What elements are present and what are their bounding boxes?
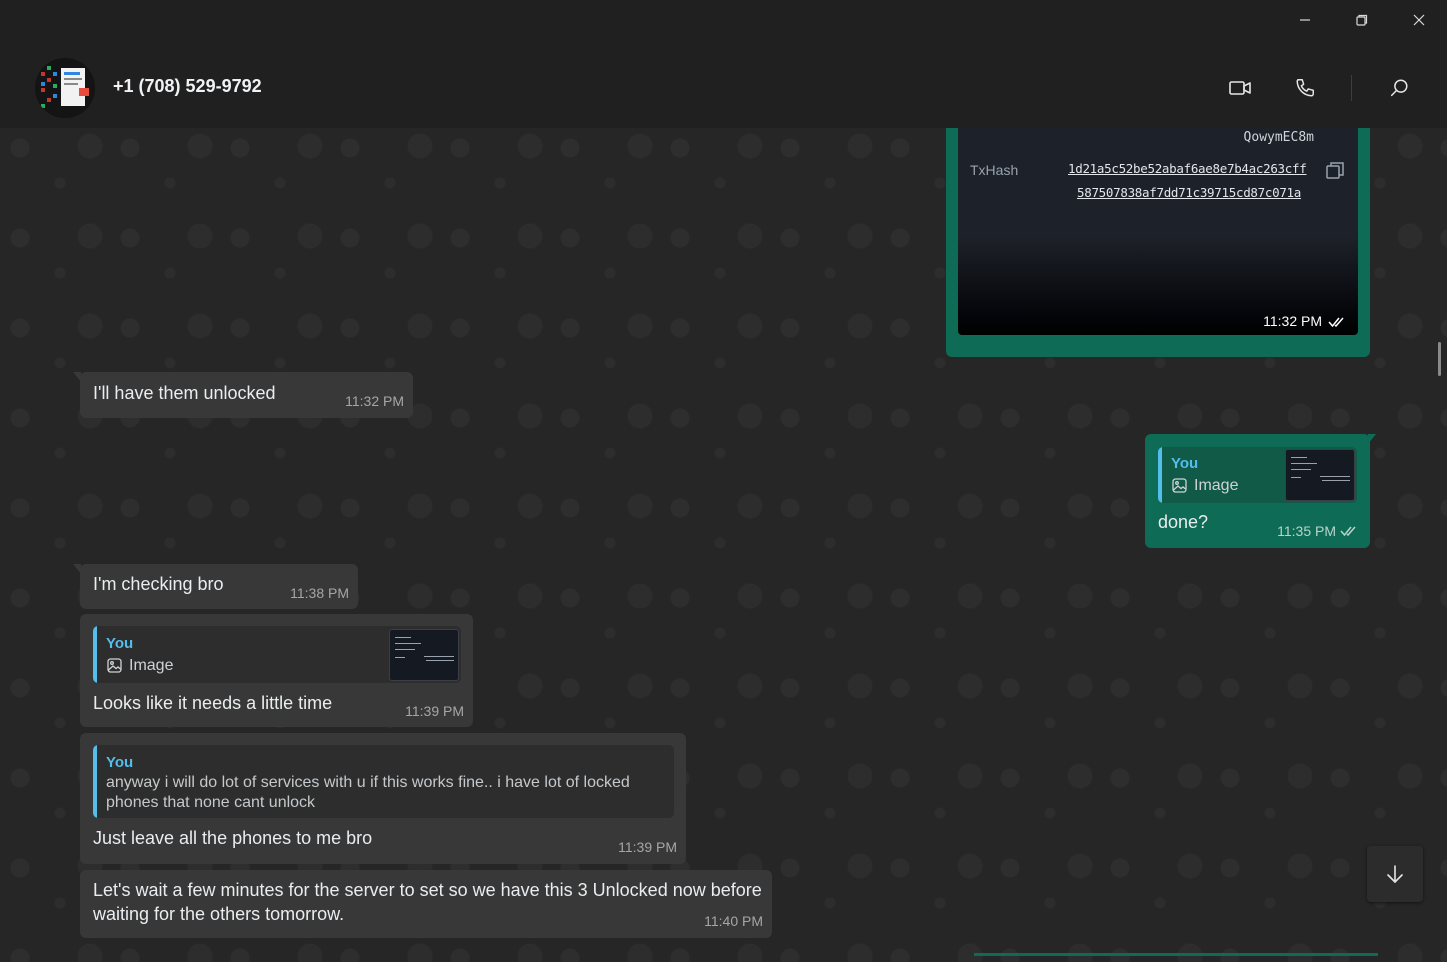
outgoing-message-edge xyxy=(974,953,1378,956)
header-divider xyxy=(1351,75,1352,101)
quote-accent-bar xyxy=(93,626,97,683)
message-time: 11:32 PM xyxy=(345,393,404,409)
quote-text: anyway i will do lot of services with u … xyxy=(106,774,630,811)
message-bubble[interactable]: I'm checking bro 11:38 PM xyxy=(80,564,358,609)
message-text: done? xyxy=(1158,512,1209,532)
image-icon xyxy=(1172,478,1187,493)
message-time: 11:35 PM xyxy=(1277,523,1336,539)
quote-label: Image xyxy=(1194,477,1239,494)
message-bubble[interactable]: I'll have them unlocked 11:32 PM xyxy=(80,372,413,418)
restore-icon xyxy=(1355,14,1367,26)
message-text: Looks like it needs a little time xyxy=(93,693,333,713)
image-icon xyxy=(107,658,122,673)
quote-sender: You xyxy=(106,635,134,652)
quote-accent-bar xyxy=(1158,447,1162,503)
close-button[interactable] xyxy=(1390,0,1447,40)
message-bubble[interactable]: You anyway i will do lot of services wit… xyxy=(80,733,686,864)
video-call-icon xyxy=(1229,81,1251,95)
arrow-down-icon xyxy=(1387,865,1403,883)
contact-name[interactable]: +1 (708) 529-9792 xyxy=(113,76,262,97)
chat-header: +1 (708) 529-9792 xyxy=(0,40,1447,128)
search-icon xyxy=(1390,79,1408,97)
quote-label: Image xyxy=(129,657,174,674)
voice-call-icon xyxy=(1296,79,1314,97)
title-bar xyxy=(0,0,1447,40)
quote-thumbnail xyxy=(389,629,459,681)
image-message-time: 11:32 PM xyxy=(1263,313,1322,329)
message-text: Let's wait a few minutes for the server … xyxy=(93,880,762,924)
message-time: 11:39 PM xyxy=(618,839,677,855)
txhash-line-2: 587507838af7dd71c39715cd87c071a xyxy=(1077,185,1301,200)
quote-thumbnail xyxy=(1285,449,1355,501)
message-bubble[interactable]: You Image done? 11:35 PM xyxy=(1145,434,1370,548)
copy-icon xyxy=(1326,162,1344,179)
message-text: Just leave all the phones to me bro xyxy=(93,828,373,848)
video-call-button[interactable] xyxy=(1220,68,1260,108)
quote-sender: You xyxy=(1171,455,1199,472)
message-bubble[interactable]: Let's wait a few minutes for the server … xyxy=(80,870,772,938)
restore-button[interactable] xyxy=(1333,0,1390,40)
scrollbar-thumb[interactable] xyxy=(1438,342,1441,376)
minimize-button[interactable] xyxy=(1276,0,1333,40)
txhash-label: TxHash xyxy=(970,162,1019,178)
minimize-icon xyxy=(1299,19,1310,21)
wallet-address-partial: QowymEC8m xyxy=(1243,130,1314,145)
scroll-to-bottom-button[interactable] xyxy=(1367,846,1423,902)
avatar[interactable] xyxy=(35,58,95,118)
close-icon xyxy=(1413,14,1424,26)
message-text: I'll have them unlocked xyxy=(93,383,276,403)
chat-area: QowymEC8m TxHash 1d21a5c52be52abaf6ae8e7… xyxy=(0,128,1447,962)
message-bubble[interactable]: You Image Looks like it needs a little t… xyxy=(80,614,473,727)
double-check-icon xyxy=(1328,317,1344,328)
quoted-message[interactable]: You Image xyxy=(93,626,461,683)
double-check-icon xyxy=(1340,526,1356,537)
image-message[interactable]: QowymEC8m TxHash 1d21a5c52be52abaf6ae8e7… xyxy=(946,128,1370,357)
txhash-line-1: 1d21a5c52be52abaf6ae8e7b4ac263cff xyxy=(1068,161,1307,176)
message-time: 11:40 PM xyxy=(704,913,763,929)
voice-call-button[interactable] xyxy=(1285,68,1325,108)
message-text: I'm checking bro xyxy=(93,574,224,594)
quote-accent-bar xyxy=(93,745,97,818)
quoted-message[interactable]: You Image xyxy=(1158,447,1357,503)
quoted-message[interactable]: You anyway i will do lot of services wit… xyxy=(93,745,674,818)
image-content[interactable]: QowymEC8m TxHash 1d21a5c52be52abaf6ae8e7… xyxy=(958,128,1358,335)
message-time: 11:38 PM xyxy=(290,585,349,601)
quote-sender: You xyxy=(106,754,134,771)
search-button[interactable] xyxy=(1379,68,1419,108)
avatar-image xyxy=(35,58,95,118)
message-time: 11:39 PM xyxy=(405,703,464,719)
